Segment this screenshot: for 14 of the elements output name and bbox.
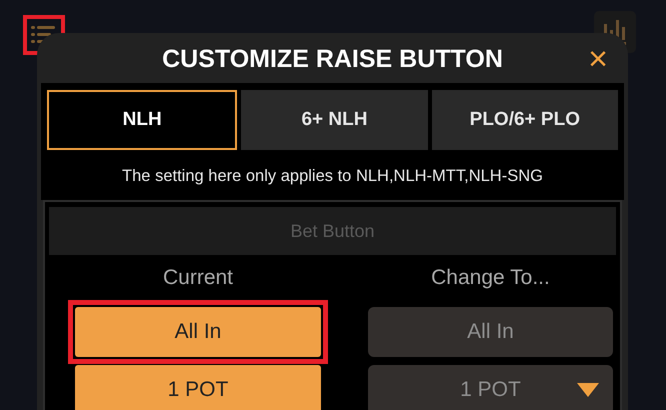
caret-icon — [577, 383, 599, 397]
option-button[interactable]: All In — [75, 307, 321, 357]
option-button[interactable]: All In — [368, 307, 613, 357]
dialog-title: CUSTOMIZE RAISE BUTTON — [162, 44, 503, 74]
column-heading: Current — [162, 265, 234, 291]
dropdown[interactable]: 1 POT — [368, 365, 613, 410]
close-button[interactable]: × — [584, 44, 612, 74]
tab[interactable]: PLO/6+ PLO — [432, 90, 618, 150]
tab[interactable]: 6+ NLH — [241, 90, 428, 150]
note-text: The setting here only applies to NLH,NLH-MTT,NLH-SNG — [41, 154, 624, 200]
section-title: Bet Button — [49, 207, 616, 255]
column-heading: Change To... — [431, 265, 550, 291]
tab[interactable]: NLH — [47, 90, 238, 150]
option-button[interactable]: 1 POT — [75, 365, 321, 410]
